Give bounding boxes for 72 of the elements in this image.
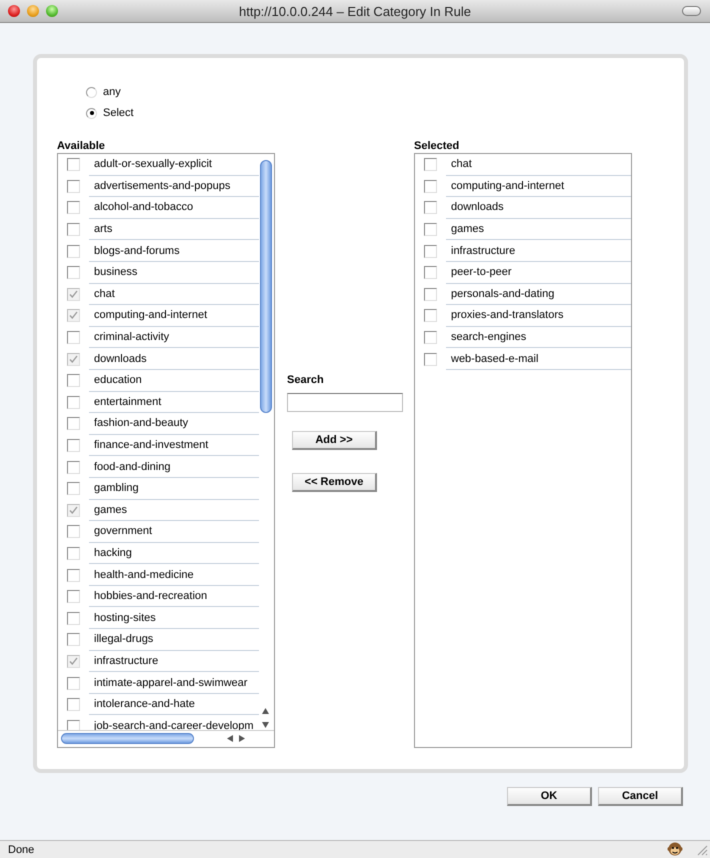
checkbox[interactable] [67,352,80,366]
checkbox[interactable] [67,525,80,538]
close-icon[interactable] [8,5,20,17]
cancel-button[interactable]: Cancel [598,787,683,806]
checkbox[interactable] [67,158,80,172]
up-arrow-icon[interactable] [261,707,270,715]
right-arrow-icon[interactable] [238,734,246,743]
checkbox[interactable] [67,654,80,668]
checkbox[interactable] [424,352,437,366]
category-item[interactable]: downloads [446,197,631,219]
checkbox[interactable] [67,288,80,301]
category-item[interactable]: computing-and-internet [446,176,631,198]
checkbox[interactable] [67,244,80,258]
status-text: Done [8,844,34,856]
checkbox[interactable] [424,223,437,236]
radio-button[interactable] [86,86,97,98]
monkey-face-icon[interactable] [667,842,683,857]
ok-button[interactable]: OK [507,787,592,806]
horizontal-scrollbar[interactable] [58,730,274,747]
remove-button[interactable]: << Remove [292,473,377,492]
checkbox[interactable] [424,266,437,280]
list-heading: Selected [414,140,460,153]
minimize-icon[interactable] [27,5,39,17]
search-field[interactable] [287,393,403,412]
checkbox[interactable] [67,698,80,712]
checkbox[interactable] [67,482,80,496]
checkbox[interactable] [67,633,80,646]
checkbox[interactable] [67,546,80,560]
category-item[interactable]: proxies-and-translators [446,305,631,327]
radio-button[interactable] [86,108,97,118]
checkbox[interactable] [67,180,80,193]
radio-label: Select [103,107,134,119]
checkbox[interactable] [67,223,80,236]
resize-grip-icon[interactable] [696,844,708,856]
checkbox[interactable] [67,266,80,280]
category-item[interactable]: games [446,218,631,240]
checkbox[interactable] [424,309,437,322]
search-label: Search [287,374,325,387]
checkbox[interactable] [424,288,437,301]
window-title: http://10.0.0.244 – Edit Category In Rule [239,4,471,18]
checkbox[interactable] [67,331,80,344]
category-item[interactable]: personals-and-dating [446,284,631,306]
checkbox[interactable] [67,460,80,474]
radio-label: any [103,86,121,98]
checkbox[interactable] [67,439,80,452]
checkbox[interactable] [67,417,80,430]
zoom-icon[interactable] [46,5,58,17]
checkbox[interactable] [67,201,80,214]
list-heading: Available [57,140,106,153]
category-item[interactable]: chat [446,154,631,176]
checkbox[interactable] [67,720,80,731]
checkbox[interactable] [424,201,437,214]
checkbox[interactable] [67,396,80,409]
left-arrow-icon[interactable] [226,734,234,743]
checkbox[interactable] [67,612,80,625]
category-item[interactable]: search-engines [446,326,631,348]
checkbox[interactable] [67,676,80,690]
checkbox[interactable] [67,374,80,388]
checkbox[interactable] [424,180,437,193]
checkbox[interactable] [67,590,80,604]
category-item[interactable]: infrastructure [446,240,631,262]
down-arrow-icon[interactable] [261,721,270,729]
add-button[interactable]: Add >> [292,431,377,450]
checkbox[interactable] [424,331,437,344]
category-item[interactable]: web-based-e-mail [446,348,631,370]
checkbox[interactable] [424,244,437,258]
category-item[interactable]: peer-to-peer [446,262,631,284]
checkbox[interactable] [67,309,80,322]
checkbox[interactable] [67,504,80,517]
checkbox[interactable] [424,158,437,172]
toolbar-toggle-icon[interactable] [682,6,701,16]
checkbox[interactable] [67,568,80,582]
